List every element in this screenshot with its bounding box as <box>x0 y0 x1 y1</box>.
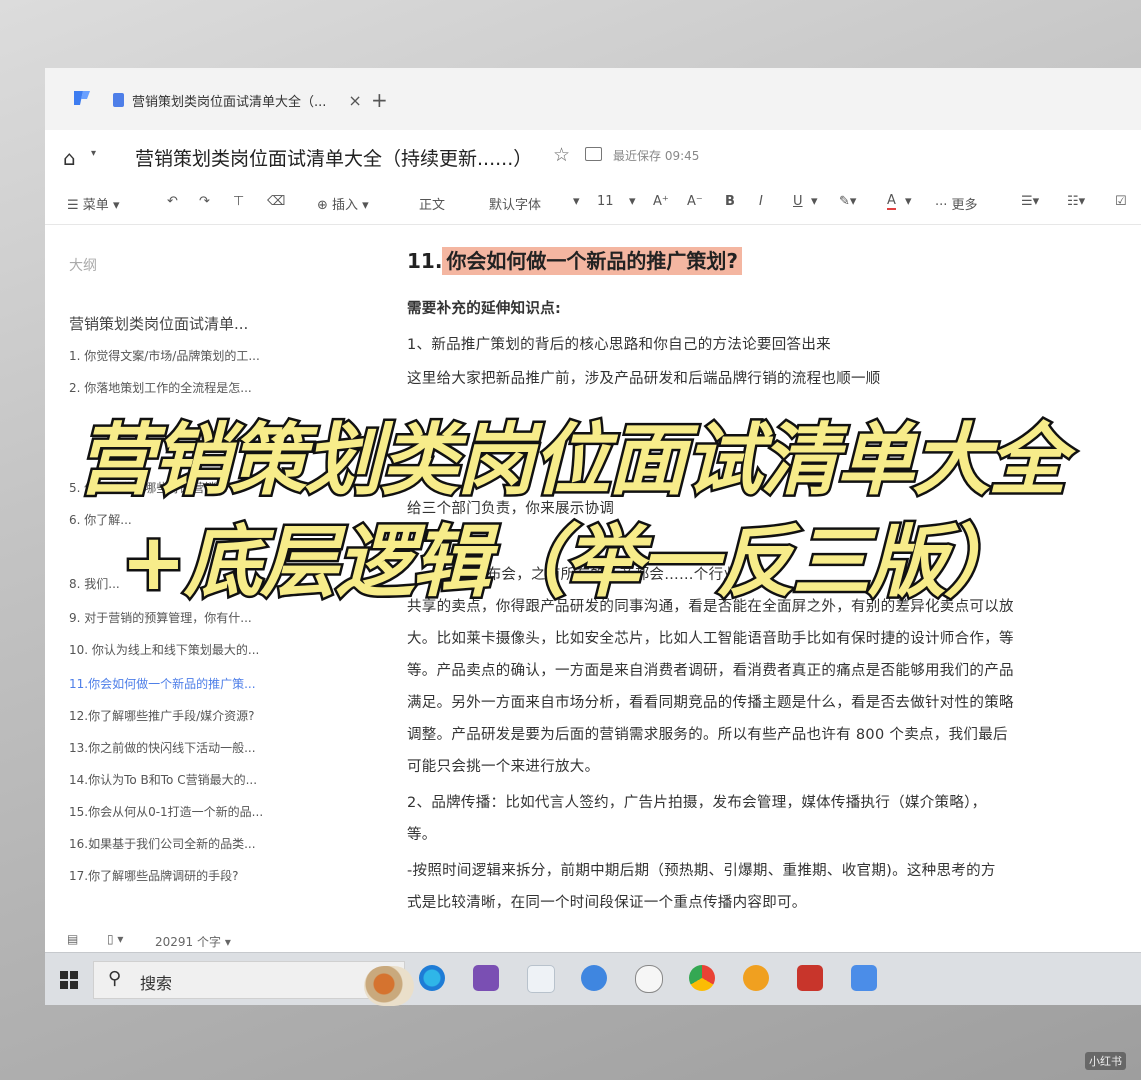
chevron-down-icon[interactable]: ▾ <box>573 194 580 209</box>
chrome-icon[interactable] <box>689 965 715 991</box>
paragraph-line: 等。产品卖点的确认，一方面是来自消费者调研，看消费者真正的痛点是否能够用我们的产… <box>407 663 1014 679</box>
word-count-label: 20291 个字 <box>155 935 221 949</box>
eraser-icon[interactable]: ⌫ <box>267 194 285 209</box>
paragraph-line: 等。 <box>407 827 437 843</box>
style-select[interactable]: 正文 <box>419 194 445 213</box>
outline-item[interactable]: 12.你了解哪些推广手段/媒介资源? <box>69 707 255 724</box>
toolbar: ☰ 菜单 ▾ ↶ ↷ ⊤ ⌫ ⊕ 插入 ▾ 正文 默认字体 ▾ 11 ▾ A⁺ … <box>45 184 1141 225</box>
outline-item[interactable]: 10. 你认为线上和线下策划最大的... <box>69 641 259 658</box>
outline-doc-title[interactable]: 营销策划类岗位面试清单... <box>69 313 248 334</box>
save-status: 最近保存 09:45 <box>613 149 700 163</box>
onenote-icon[interactable] <box>473 965 499 991</box>
close-icon[interactable]: × <box>348 91 361 110</box>
more-label: 更多 <box>951 198 978 213</box>
watermark: 小红书 <box>1085 1052 1126 1070</box>
feishu-doc-icon[interactable] <box>851 965 877 991</box>
edge-browser-icon[interactable] <box>419 965 445 991</box>
document-icon <box>113 93 124 107</box>
outline-toggle-icon[interactable]: ▤ <box>67 932 78 946</box>
paragraph-line: 大。比如莱卡摄像头，比如安全芯片，比如人工智能语音助手比如有保时捷的设计师合作，… <box>407 631 1014 647</box>
menu-label: 菜单 <box>82 198 109 213</box>
overlay-title-line1: 营销策划类岗位面试清单大全 <box>74 414 1069 509</box>
paragraph-line: 调整。产品研发是要为后面的营销需求服务的。所以有些产品也许有 800 个卖点，我… <box>407 727 1008 743</box>
font-color-button[interactable]: A <box>887 194 896 210</box>
app-logo-icon <box>74 91 90 105</box>
paragraph-line: 2、品牌传播：比如代言人签约，广告片拍摄，发布会管理，媒体传播执行（媒介策略）， <box>407 795 987 811</box>
undo-icon[interactable]: ↶ <box>167 194 178 209</box>
bullet-list-icon[interactable]: ☰▾ <box>1021 194 1039 209</box>
taskbar-search[interactable]: ⚲ 搜索 <box>93 961 414 1006</box>
paragraph-line: 1、新品推广策划的背后的核心思路和你自己的方法论要回答出来 <box>407 337 831 353</box>
sogou-icon[interactable] <box>581 965 607 991</box>
paragraph-line: 可能只会挑一个来进行放大。 <box>407 759 600 775</box>
files-icon[interactable] <box>527 965 555 993</box>
overlay-title-line2: +底层逻辑（举一反三版） <box>118 516 1024 611</box>
font-select[interactable]: 默认字体 <box>489 194 541 213</box>
format-painter-icon[interactable]: ⊤ <box>233 194 244 209</box>
menu-button[interactable]: ☰ 菜单 ▾ <box>67 194 119 213</box>
outline-item[interactable]: 1. 你觉得文案/市场/品牌策划的工... <box>69 347 260 364</box>
numbered-list-icon[interactable]: ☷▾ <box>1067 194 1085 209</box>
outline-item[interactable]: 16.如果基于我们公司全新的品类... <box>69 835 256 852</box>
outline-title: 大纲 <box>69 258 97 274</box>
outline-item[interactable]: 15.你会从何从0-1打造一个新的品... <box>69 803 263 820</box>
heading-text: 你会如何做一个新品的推广策划? <box>442 247 743 275</box>
paragraph-line: 式是比较清晰，在同一个时间段保证一个重点传播内容即可。 <box>407 895 807 911</box>
redo-icon[interactable]: ↷ <box>199 194 210 209</box>
page-icon[interactable]: ▯ ▾ <box>107 932 123 946</box>
search-highlight-image[interactable] <box>364 966 414 1006</box>
search-placeholder: 搜索 <box>140 974 173 993</box>
outline-item[interactable]: 17.你了解哪些品牌调研的手段? <box>69 867 238 884</box>
insert-button[interactable]: ⊕ 插入 ▾ <box>317 194 369 213</box>
insert-label: 插入 <box>332 198 359 213</box>
outline-item[interactable]: 13.你之前做的快闪线下活动一般... <box>69 739 256 756</box>
search-app-icon[interactable] <box>743 965 769 991</box>
new-tab-button[interactable]: + <box>371 88 388 112</box>
document-title[interactable]: 营销策划类岗位面试清单大全（持续更新......） <box>135 144 532 171</box>
font-size-select[interactable]: 11 <box>597 194 614 209</box>
subheading: 需要补充的延伸知识点: <box>407 301 562 317</box>
tab-title: 营销策划类岗位面试清单大全（... <box>132 94 327 110</box>
outline-item-active[interactable]: 11.你会如何做一个新品的推广策... <box>69 675 256 692</box>
star-icon[interactable]: ☆ <box>553 144 570 166</box>
increase-font-icon[interactable]: A⁺ <box>653 194 669 209</box>
heading-number: 11. <box>407 249 443 273</box>
italic-button[interactable]: I <box>759 194 763 209</box>
decrease-font-icon[interactable]: A⁻ <box>687 194 703 209</box>
search-icon: ⚲ <box>108 968 122 989</box>
outline-item[interactable]: 2. 你落地策划工作的全流程是怎... <box>69 379 252 396</box>
paragraph-line: 这里给大家把新品推广前，涉及产品研发和后端品牌行销的流程也顺一顺 <box>407 371 881 387</box>
chevron-down-icon[interactable]: ▾ <box>91 148 96 159</box>
underline-button[interactable]: U <box>793 194 803 209</box>
app-icon[interactable] <box>635 965 663 993</box>
highlight-icon[interactable]: ✎▾ <box>839 194 856 209</box>
home-icon[interactable]: ⌂ <box>63 146 76 170</box>
outline-item[interactable]: 14.你认为To B和To C营销最大的... <box>69 771 257 788</box>
word-count[interactable]: 20291 个字 ▾ <box>155 933 231 950</box>
chevron-down-icon[interactable]: ▾ <box>811 194 818 209</box>
section-heading: 11. 你会如何做一个新品的推广策划? <box>407 245 743 275</box>
chevron-down-icon[interactable]: ▾ <box>629 194 636 209</box>
windows-start-icon[interactable] <box>60 971 78 989</box>
bold-button[interactable]: B <box>725 194 735 209</box>
chevron-down-icon[interactable]: ▾ <box>905 194 912 209</box>
paragraph-line: 满足。另外一方面来自市场分析，看看同期竞品的传播主题是什么，看是否去做针对性的策… <box>407 695 1014 711</box>
tab-bar: 营销策划类岗位面试清单大全（... × + <box>45 68 1141 130</box>
wps-icon[interactable] <box>797 965 823 991</box>
checkbox-icon[interactable]: ☑ <box>1115 194 1127 209</box>
folder-icon[interactable] <box>585 147 602 161</box>
title-row: ⌂ ▾ 营销策划类岗位面试清单大全（持续更新......） ☆ 最近保存 09:… <box>45 130 1141 184</box>
tab-document[interactable]: 营销策划类岗位面试清单大全（... × <box>113 86 362 114</box>
more-button[interactable]: ··· 更多 <box>935 194 978 213</box>
taskbar: ⚲ 搜索 <box>45 952 1141 1006</box>
paragraph-line: -按照时间逻辑来拆分，前期中期后期（预热期、引爆期、重推期、收官期)。这种思考的… <box>407 863 996 879</box>
status-bar: ▤ ▯ ▾ 20291 个字 ▾ <box>45 928 1141 954</box>
